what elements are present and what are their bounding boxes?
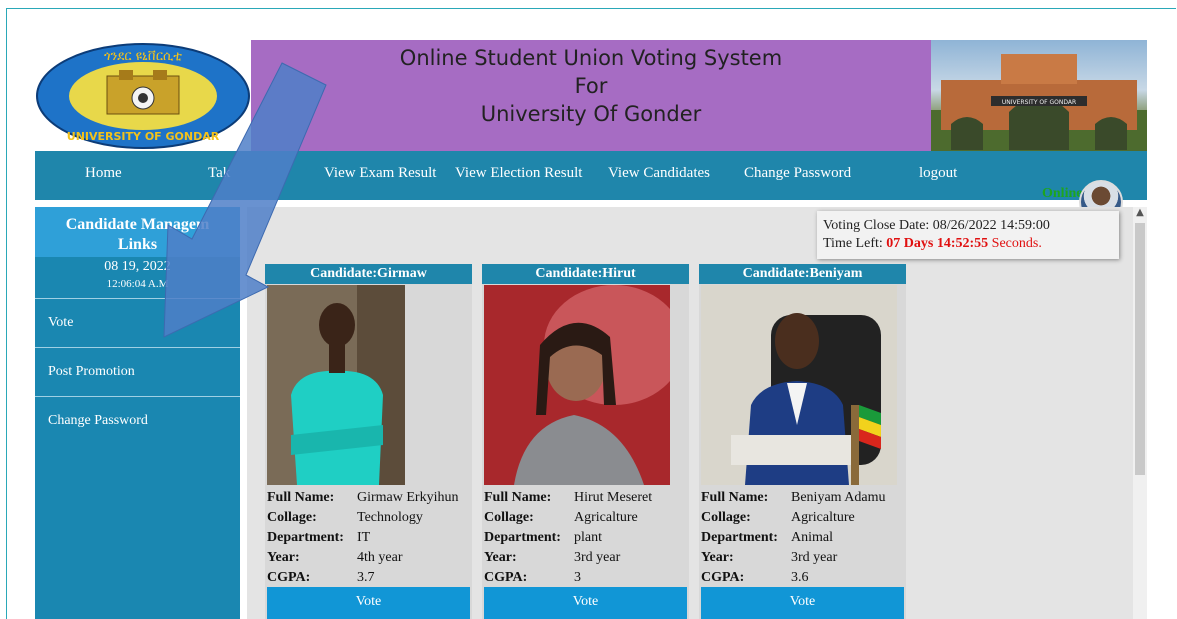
candidate-heading: Candidate:Hirut bbox=[482, 264, 689, 284]
year-label: Year: bbox=[701, 550, 734, 565]
full-name-value: Beniyam Adamu bbox=[791, 490, 886, 505]
collage-value: Agricalture bbox=[791, 510, 855, 525]
time-left-clock: 14:52:55 bbox=[936, 236, 989, 251]
department-value: plant bbox=[574, 530, 602, 545]
cgpa-label: CGPA: bbox=[701, 570, 745, 585]
candidate-info: Full Name: Girmaw Erkyihun Collage: Techno… bbox=[267, 488, 458, 588]
department-value: Animal bbox=[791, 530, 833, 545]
time-left-seconds: Seconds. bbox=[991, 236, 1042, 251]
collage-value: Technology bbox=[357, 510, 423, 525]
full-name-value: Hirut Meseret bbox=[574, 490, 653, 505]
cgpa-value: 3 bbox=[574, 570, 581, 585]
time-left-days: 07 Days bbox=[886, 236, 934, 251]
collage-value: Agricalture bbox=[574, 510, 638, 525]
gate-sign-text: UNIVERSITY OF GONDAR bbox=[1002, 99, 1076, 106]
cgpa-label: CGPA: bbox=[484, 570, 528, 585]
vote-button[interactable]: Vote bbox=[267, 587, 470, 619]
nav-view-election-result[interactable]: View Election Result bbox=[455, 165, 582, 182]
title-line-3: University Of Gonder bbox=[480, 102, 702, 126]
candidate-card: Candidate:Beniyam Full Name: Beniyam Adam… bbox=[699, 264, 906, 619]
vote-button[interactable]: Vote bbox=[701, 587, 904, 619]
full-name-label: Full Name: bbox=[267, 490, 335, 505]
voting-countdown: Voting Close Date: 08/26/2022 14:59:00 T… bbox=[817, 211, 1119, 259]
year-value: 4th year bbox=[357, 550, 403, 565]
online-status: Online bbox=[1042, 186, 1083, 201]
candidate-heading: Candidate:Beniyam bbox=[699, 264, 906, 284]
title-line-1: Online Student Union Voting System bbox=[399, 46, 783, 70]
candidate-info: Full Name: Hirut Meseret Collage: Agricalt… bbox=[484, 488, 652, 588]
vote-button[interactable]: Vote bbox=[484, 587, 687, 619]
scrollbar-thumb[interactable] bbox=[1135, 223, 1145, 475]
time-left: Time Left: 07 Days 14:52:55 Seconds. bbox=[823, 235, 1119, 253]
year-value: 3rd year bbox=[791, 550, 838, 565]
year-label: Year: bbox=[267, 550, 300, 565]
full-name-value: Girmaw Erkyihun bbox=[357, 490, 459, 505]
collage-label: Collage: bbox=[701, 510, 751, 525]
sidebar-item-change-password[interactable]: Change Password bbox=[35, 396, 240, 444]
collage-label: Collage: bbox=[484, 510, 534, 525]
nav-logout[interactable]: logout bbox=[919, 165, 957, 182]
scrollbar[interactable]: ▲ bbox=[1133, 207, 1147, 619]
annotation-arrow-icon bbox=[163, 62, 327, 338]
department-label: Department: bbox=[484, 530, 561, 545]
nav-home[interactable]: Home bbox=[85, 165, 122, 182]
cgpa-value: 3.6 bbox=[791, 570, 809, 585]
nav-change-password[interactable]: Change Password bbox=[744, 165, 851, 182]
cgpa-value: 3.7 bbox=[357, 570, 375, 585]
candidate-photo bbox=[484, 285, 670, 485]
department-value: IT bbox=[357, 530, 371, 545]
time-left-label: Time Left: bbox=[823, 236, 883, 251]
campus-gate-photo: UNIVERSITY OF GONDAR bbox=[931, 40, 1147, 151]
site-title: Online Student Union Voting System For U… bbox=[251, 40, 931, 151]
candidate-card: Candidate:Hirut Full Name: Hirut Meseret … bbox=[482, 264, 689, 619]
department-label: Department: bbox=[267, 530, 344, 545]
candidate-photo bbox=[701, 285, 897, 485]
scroll-up-icon[interactable]: ▲ bbox=[1135, 207, 1145, 218]
year-label: Year: bbox=[484, 550, 517, 565]
full-name-label: Full Name: bbox=[701, 490, 769, 505]
candidate-info: Full Name: Beniyam Adamu Collage: Agricalt… bbox=[701, 488, 886, 588]
department-label: Department: bbox=[701, 530, 778, 545]
voting-close-date: Voting Close Date: 08/26/2022 14:59:00 bbox=[823, 218, 1050, 233]
cgpa-label: CGPA: bbox=[267, 570, 311, 585]
nav-view-candidates[interactable]: View Candidates bbox=[608, 165, 710, 182]
title-line-2: For bbox=[574, 74, 608, 98]
collage-label: Collage: bbox=[267, 510, 317, 525]
year-value: 3rd year bbox=[574, 550, 621, 565]
full-name-label: Full Name: bbox=[484, 490, 552, 505]
